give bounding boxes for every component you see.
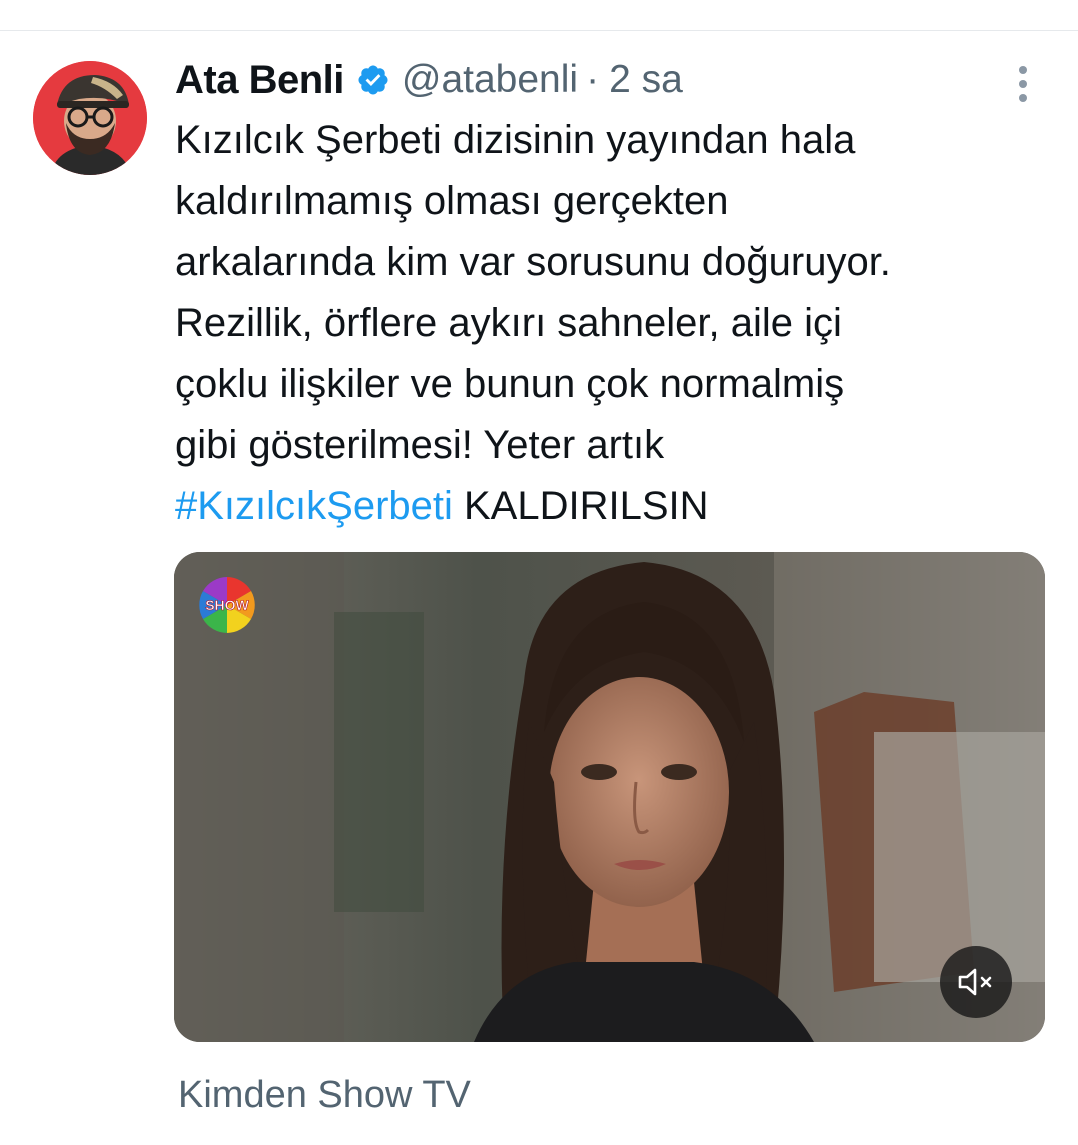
top-divider [0, 30, 1078, 31]
tweet-header: Ata Benli @atabenli · 2 sa [175, 54, 683, 106]
volume-muted-icon [958, 968, 992, 996]
mute-button[interactable] [940, 946, 1012, 1018]
video-player[interactable]: SHOW [174, 552, 1045, 1042]
tweet-text-tail: KALDIRILSIN [452, 484, 709, 528]
tweet-text-line: Rezillik, örflere aykırı sahneler, aile … [175, 301, 842, 345]
separator-dot: · [586, 58, 600, 101]
tweet-text-line-last: #KızılcıkŞerbeti KALDIRILSIN [175, 476, 1055, 537]
tweet-text-line: Kızılcık Şerbeti dizisinin yayından hala [175, 118, 856, 162]
avatar-image [33, 61, 147, 175]
partial-icon [902, 0, 944, 4]
show-logo-text: SHOW [205, 597, 249, 613]
more-vertical-icon[interactable] [1008, 64, 1038, 104]
video-frame [174, 552, 1045, 1042]
tweet-text-line: çoklu ilişkiler ve bunun çok normalmiş [175, 362, 845, 406]
verified-badge-icon [358, 65, 388, 95]
tweet-text-line: kaldırılmamış olması gerçekten [175, 179, 729, 223]
author-display-name[interactable]: Ata Benli [175, 58, 344, 103]
tweet-text: Kızılcık Şerbeti dizisinin yayından hala… [175, 110, 1055, 537]
author-handle[interactable]: @atabenli [402, 58, 578, 102]
media-source-attribution[interactable]: Kimden Show TV [178, 1074, 471, 1117]
hashtag-link[interactable]: #KızılcıkŞerbeti [175, 484, 453, 528]
avatar[interactable] [33, 61, 147, 175]
tweet-text-line: gibi gösterilmesi! Yeter artık [175, 423, 665, 467]
tweet-text-line: arkalarında kim var sorusunu doğuruyor. [175, 240, 891, 284]
show-logo-icon: SHOW [199, 577, 255, 633]
tweet-timestamp[interactable]: 2 sa [609, 58, 683, 102]
